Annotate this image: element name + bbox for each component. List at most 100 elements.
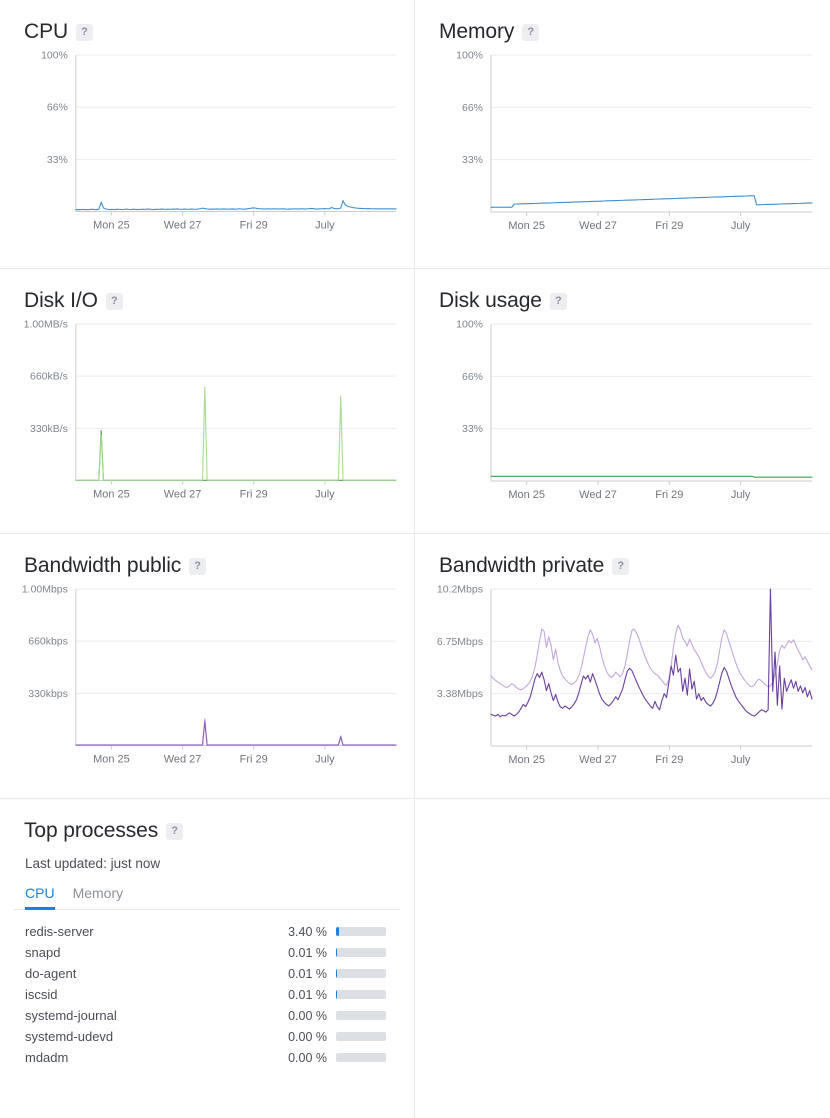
y-axis-tick-label: 660kB/s [30,372,68,383]
panel-header-cpu: CPU ? [14,20,400,43]
process-name: systemd-udevd [25,1029,275,1044]
panel-cpu: CPU ? 33%66%100%Mon 25Wed 27Fri 29July [0,0,415,269]
panel-title-bandwidth-private: Bandwidth private [439,554,604,577]
x-axis-tick-label: Wed 27 [579,754,617,766]
x-axis-tick-label: Mon 25 [508,489,545,501]
process-usage-bar [336,1053,386,1062]
help-icon[interactable]: ? [550,293,567,310]
y-axis-tick-label: 33% [462,423,483,435]
y-axis-tick-label: 3.38Mbps [437,688,483,700]
process-name: do-agent [25,966,275,981]
server-monitoring-dashboard: CPU ? 33% 66% 100% Mon 25 Wed 27 Fri 29 July M… [0,0,830,1118]
y-axis-tick-label: 33% [47,155,68,166]
y-axis-tick-label: 33% [462,154,483,166]
panel-top-processes: Top processes ? Last updated: just now C… [0,799,415,1118]
process-usage-bar [336,969,386,978]
chart-series-line [76,722,396,745]
chart-bandwidth-private: 3.38Mbps 6.75Mbps 10.2Mbps Mon 25 Wed 27 Fri … [429,579,816,774]
help-icon[interactable]: ? [106,293,123,310]
help-icon[interactable]: ? [166,823,183,840]
panel-grid: CPU ? 33% 66% 100% Mon 25 Wed 27 Fri 29 July M… [0,0,830,1118]
process-usage-bar-fill [336,990,337,999]
x-axis-tick-label: July [731,489,751,501]
panel-title-top-processes: Top processes [24,819,158,842]
process-name: mdadm [25,1050,275,1065]
process-row: mdadm0.00 % [25,1047,386,1068]
process-name: systemd-journal [25,1008,275,1023]
x-axis-tick-label: Wed 27 [579,220,617,232]
y-axis-tick-label: 6.75Mbps [437,636,483,648]
chart-bandwidth-public: 330kbps660kbps1.00MbpsMon 25Wed 27Fri 29… [14,579,400,773]
x-axis-tick-label: Fri 29 [655,489,683,501]
x-axis-tick-label: July [731,220,751,232]
panel-memory: Memory ? 33%66%100%Mon 25Wed 27Fri 29Jul… [415,0,830,269]
x-axis-tick-label: Mon 25 [93,754,130,766]
process-percent: 0.00 % [275,1030,327,1044]
panel-bandwidth-private: Bandwidth private ? 3.38Mbps 6.75Mbps 10.2… [415,534,830,799]
process-row: do-agent0.01 % [25,963,386,984]
tab-cpu[interactable]: CPU [25,885,55,909]
process-row: systemd-udevd0.00 % [25,1026,386,1047]
y-axis-tick-label: 66% [462,102,483,114]
x-axis-tick-label: Fri 29 [655,754,683,766]
x-axis-tick-label: Mon 25 [508,220,545,232]
panel-title-disk-io: Disk I/O [24,289,98,312]
y-axis-tick-label: 660kbps [28,637,68,648]
y-axis-tick-label: 1.00Mbps [22,585,68,596]
y-axis-tick-label: 66% [462,371,483,383]
y-axis-tick-label: 1.00MB/s [24,320,68,331]
chart-series-line [76,201,396,210]
help-icon[interactable]: ? [76,24,93,41]
process-name: iscsid [25,987,275,1002]
panel-title-cpu: CPU [24,20,68,43]
chart-series-line [76,387,396,480]
process-usage-bar [336,948,386,957]
panel-header-top-processes: Top processes ? [14,819,400,842]
x-axis-tick-label: Mon 25 [508,754,545,766]
x-axis-tick-label: July [731,754,751,766]
process-percent: 0.01 % [275,988,327,1002]
panel-title-memory: Memory [439,20,514,43]
help-icon[interactable]: ? [522,24,539,41]
process-row: snapd0.01 % [25,942,386,963]
process-usage-bar-fill [336,927,339,936]
last-updated-text: Last updated: just now [14,856,400,871]
panel-header-bandwidth-private: Bandwidth private ? [429,554,816,577]
process-usage-bar [336,1011,386,1020]
x-axis-tick-label: Wed 27 [164,489,202,501]
process-usage-bar-fill [336,969,337,978]
chart-svg-disk-usage: 33%66%100%Mon 25Wed 27Fri 29July [429,314,816,509]
y-axis-tick-label: 100% [456,50,483,62]
process-percent: 0.00 % [275,1051,327,1065]
x-axis-tick-label: Fri 29 [240,489,268,501]
y-axis-tick-label: 330kB/s [30,424,68,435]
chart-svg-cpu: 33%66%100%Mon 25Wed 27Fri 29July [14,45,400,239]
x-axis-tick-label: July [315,754,335,766]
help-icon[interactable]: ? [612,558,629,575]
chart-svg-memory: 33%66%100%Mon 25Wed 27Fri 29July [429,45,816,240]
y-axis-tick-label: 10.2Mbps [437,584,483,596]
x-axis-tick-label: July [315,220,335,232]
panel-disk-io: Disk I/O ? 330kB/s660kB/s1.00MB/sMon 25W… [0,269,415,534]
chart-cpu: 33%66%100%Mon 25Wed 27Fri 29July [14,45,400,239]
process-name: snapd [25,945,275,960]
chart-series-line [76,719,396,745]
process-usage-bar-fill [336,948,337,957]
chart-series-line [491,589,812,717]
x-axis-tick-label: Wed 27 [164,220,202,232]
panel-title-disk-usage: Disk usage [439,289,542,312]
process-usage-bar [336,1032,386,1041]
panel-header-memory: Memory ? [429,20,816,43]
tab-memory[interactable]: Memory [73,885,124,909]
x-axis-tick-label: July [315,489,335,501]
process-usage-bar [336,990,386,999]
y-axis-tick-label: 66% [47,103,68,114]
panel-disk-usage: Disk usage ? 33%66%100%Mon 25Wed 27Fri 2… [415,269,830,534]
process-name: redis-server [25,924,275,939]
y-axis-tick-label: 100% [41,51,68,62]
process-percent: 0.00 % [275,1009,327,1023]
x-axis-tick-label: Wed 27 [579,489,617,501]
chart-series-line [491,476,812,477]
help-icon[interactable]: ? [189,558,206,575]
process-usage-bar [336,927,386,936]
